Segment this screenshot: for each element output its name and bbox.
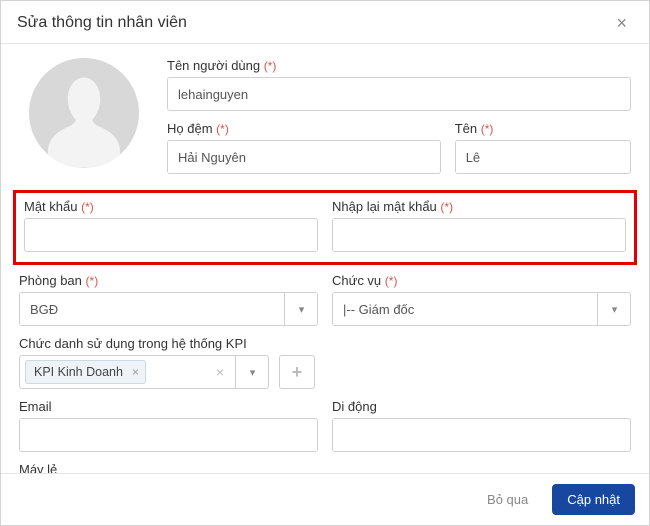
- position-select[interactable]: ▾: [332, 292, 631, 326]
- position-label-text: Chức vụ: [332, 273, 381, 288]
- firstname-label-text: Tên: [455, 121, 477, 136]
- password-again-label: Nhập lại mật khẩu (*): [332, 199, 626, 214]
- landline-group: Máy lẻ: [19, 462, 319, 473]
- required-mark: (*): [86, 274, 99, 288]
- email-label: Email: [19, 399, 318, 414]
- close-icon: ×: [616, 13, 627, 33]
- modal-body[interactable]: Tên người dùng (*) Họ đệm (*): [1, 44, 649, 473]
- kpi-tag[interactable]: KPI Kinh Doanh ×: [25, 360, 146, 384]
- username-label-text: Tên người dùng: [167, 58, 260, 73]
- mobile-input[interactable]: [332, 418, 631, 452]
- kpi-group: Chức danh sử dụng trong hệ thống KPI KPI…: [19, 336, 631, 389]
- lastname-label-text: Họ đệm: [167, 121, 213, 136]
- firstname-group: Tên (*): [455, 121, 631, 174]
- required-mark: (*): [81, 200, 94, 214]
- position-group: Chức vụ (*) ▾: [332, 273, 631, 326]
- username-input[interactable]: [167, 77, 631, 111]
- avatar-placeholder[interactable]: [29, 58, 139, 168]
- modal-title: Sửa thông tin nhân viên: [17, 14, 187, 32]
- kpi-select[interactable]: KPI Kinh Doanh × × ▾: [19, 355, 269, 389]
- modal-footer: Bỏ qua Cập nhật: [1, 473, 649, 525]
- username-label: Tên người dùng (*): [167, 58, 631, 73]
- email-input[interactable]: [19, 418, 318, 452]
- password-label: Mật khẩu (*): [24, 199, 318, 214]
- mobile-group: Di động: [332, 399, 631, 452]
- plus-icon: +: [292, 362, 303, 383]
- kpi-tag-text: KPI Kinh Doanh: [34, 365, 123, 379]
- department-value[interactable]: [19, 292, 318, 326]
- password-input[interactable]: [24, 218, 318, 252]
- position-label: Chức vụ (*): [332, 273, 631, 288]
- password-again-input[interactable]: [332, 218, 626, 252]
- modal-dialog: Sửa thông tin nhân viên × Tên người dùng…: [0, 0, 650, 526]
- skip-button[interactable]: Bỏ qua: [473, 485, 542, 514]
- username-group: Tên người dùng (*): [167, 58, 631, 111]
- required-mark: (*): [385, 274, 398, 288]
- mobile-label: Di động: [332, 399, 631, 414]
- position-value[interactable]: [332, 292, 631, 326]
- close-button[interactable]: ×: [610, 13, 633, 33]
- password-again-label-text: Nhập lại mật khẩu: [332, 199, 437, 214]
- firstname-input[interactable]: [455, 140, 631, 174]
- add-kpi-button[interactable]: +: [279, 355, 315, 389]
- top-fields: Tên người dùng (*) Họ đệm (*): [167, 58, 631, 184]
- department-label-text: Phòng ban: [19, 273, 82, 288]
- avatar-column: [19, 58, 149, 184]
- password-again-group: Nhập lại mật khẩu (*): [332, 199, 626, 252]
- tag-remove-icon[interactable]: ×: [132, 365, 139, 379]
- firstname-label: Tên (*): [455, 121, 631, 136]
- required-mark: (*): [440, 200, 453, 214]
- clear-icon[interactable]: ×: [211, 355, 229, 389]
- password-group: Mật khẩu (*): [24, 199, 318, 252]
- department-label: Phòng ban (*): [19, 273, 318, 288]
- modal-header: Sửa thông tin nhân viên ×: [1, 1, 649, 44]
- user-silhouette-icon: [39, 68, 129, 168]
- required-mark: (*): [216, 122, 229, 136]
- department-select[interactable]: ▾: [19, 292, 318, 326]
- kpi-label: Chức danh sử dụng trong hệ thống KPI: [19, 336, 631, 351]
- required-mark: (*): [481, 122, 494, 136]
- landline-label: Máy lẻ: [19, 462, 319, 473]
- submit-button[interactable]: Cập nhật: [552, 484, 635, 515]
- password-highlight-box: Mật khẩu (*) Nhập lại mật khẩu (*): [13, 190, 637, 265]
- department-group: Phòng ban (*) ▾: [19, 273, 318, 326]
- lastname-group: Họ đệm (*): [167, 121, 441, 174]
- lastname-input[interactable]: [167, 140, 441, 174]
- required-mark: (*): [264, 59, 277, 73]
- lastname-label: Họ đệm (*): [167, 121, 441, 136]
- password-label-text: Mật khẩu: [24, 199, 77, 214]
- email-group: Email: [19, 399, 318, 452]
